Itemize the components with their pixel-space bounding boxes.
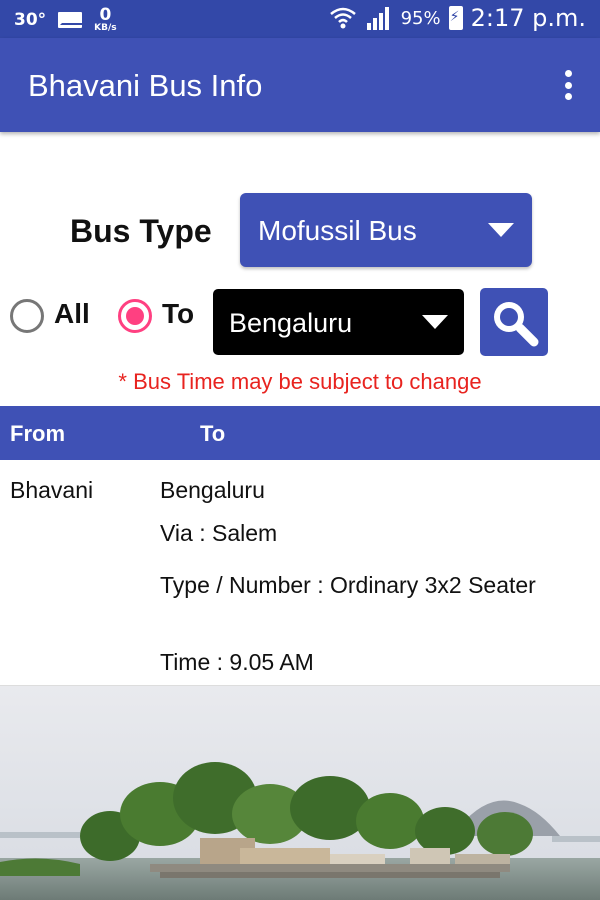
header-from: From [10,421,65,446]
app-bar: Bhavani Bus Info [0,38,600,132]
table-header: From To [0,406,600,460]
app-title: Bhavani Bus Info [28,68,263,103]
status-right: 95% 2:17 p.m. [329,4,586,32]
bus-type-label: Bus Type [70,213,212,249]
row-via: Via : Salem [160,520,278,546]
row-time: Time : 9.05 AM [160,649,314,675]
mail-icon [58,12,83,28]
schedule-notice: * Bus Time may be subject to change [118,369,482,394]
radio-to-label[interactable]: To [162,298,194,330]
radio-to[interactable] [118,299,152,333]
radio-all[interactable] [10,299,44,333]
banner-landscape-image [0,686,600,900]
table-row[interactable]: Bhavani Bengaluru Via : Salem Type / Num… [0,460,600,686]
data-speed-unit: KB/s [94,23,117,33]
data-speed-value: 0 [99,5,112,25]
destination-selected: Bengaluru [229,308,353,338]
landscape-illustration [0,686,600,900]
bus-type-dropdown[interactable]: Mofussil Bus [240,193,532,267]
search-icon [494,302,539,347]
row-type: Type / Number : Ordinary 3x2 Seater [160,572,536,598]
dropdown-arrow-icon [488,223,514,237]
battery-percent: 95% [400,7,441,29]
status-bar: 30° 0 KB/s 95% 2:17 p.m. [0,0,600,38]
bus-type-selected: Mofussil Bus [258,215,417,246]
dropdown-arrow-icon [422,315,448,329]
row-to: Bengaluru [160,477,265,503]
status-left: 30° 0 KB/s [14,7,117,33]
destination-dropdown[interactable]: Bengaluru [213,289,464,355]
radio-all-label[interactable]: All [54,298,90,330]
battery-charging-icon [448,6,463,30]
clock: 2:17 p.m. [470,4,586,32]
search-button[interactable] [480,288,548,356]
row-from: Bhavani [10,477,94,503]
data-speed: 0 KB/s [94,7,116,33]
header-to: To [200,421,226,446]
signal-icon [366,7,389,30]
wifi-icon [329,7,356,29]
more-vert-icon[interactable] [564,70,572,100]
temperature: 30° [14,10,47,30]
